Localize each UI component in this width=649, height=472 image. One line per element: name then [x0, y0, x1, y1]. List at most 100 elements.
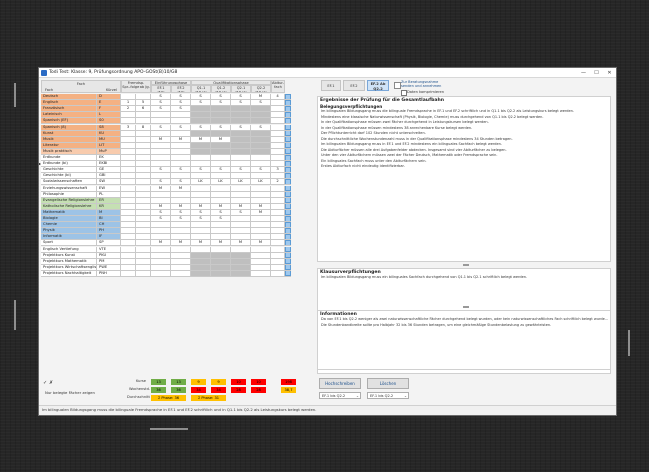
header-ab-jg: ab Jg.	[139, 85, 150, 89]
header-fach: Fach Fach Kürzel	[41, 80, 121, 93]
period-cell[interactable]	[171, 270, 191, 277]
edit-icon	[286, 100, 290, 105]
tab-active-label: EF.2 Ab Q2.2	[370, 82, 386, 91]
header-period-4: Q2.1 (E,N,LK)	[231, 85, 251, 93]
header-kuerzel: Kürzel	[105, 88, 117, 92]
edit-icon	[286, 149, 290, 154]
info-section: Informationen Da von EF.1 bis Q2.2 wenig…	[317, 310, 611, 370]
wochenstunden-count: 36	[151, 387, 166, 393]
edit-icon	[286, 204, 290, 209]
edit-icon	[286, 247, 290, 251]
edit-icon	[286, 131, 290, 136]
kurse-count: 9	[191, 379, 206, 385]
edit-icon	[286, 112, 290, 117]
header-sprachenfolge: Spr.-folge	[122, 85, 140, 89]
minimize-icon[interactable]: —	[577, 70, 590, 76]
edit-icon	[286, 234, 290, 239]
maximize-icon[interactable]: ☐	[590, 70, 603, 76]
kurse-count: 13	[151, 379, 166, 385]
fremdsprache-cell[interactable]	[121, 270, 136, 277]
header-abiturfach: Abitur-fach	[271, 80, 285, 93]
wochenstunden-count: 34	[191, 387, 206, 393]
durchschnitt-value: Σ Phase: 36	[151, 395, 186, 401]
header-period-5: Q2.2 (E,N,LK)	[251, 85, 271, 93]
edit-icon	[286, 118, 290, 123]
edit-icon	[286, 186, 290, 190]
kurse-count: 10	[231, 379, 246, 385]
wochenstunden-label: Wochenstd.	[129, 387, 150, 391]
edit-icon	[286, 192, 290, 197]
durchschnitt-label: Durchschnitt	[127, 395, 150, 399]
period-cell[interactable]	[191, 270, 211, 277]
edit-icon	[286, 259, 290, 264]
wochenstunden-count: 28	[251, 387, 266, 393]
info-line: Die Stundenbandbreite sollte pro Halbjah…	[321, 322, 552, 327]
header-period-2: Q1.1 (E,N,LK)	[191, 85, 211, 93]
edit-icon	[286, 106, 290, 111]
durchschnitt-value: Σ Phase: 31	[191, 395, 226, 401]
beratung-label[interactable]: Zur Beratungsnahme senden und annehmen	[401, 80, 441, 88]
header-period-sub: (E,N)	[157, 90, 165, 93]
header-period-sub: (E,N,LK)	[235, 90, 247, 93]
table-row[interactable]: Projektkurs Nachhaltigkeit PNH	[41, 270, 291, 277]
ergebnis-line: Im bilingualen Bildungsgang muss die bil…	[321, 109, 574, 113]
window-title: Todi Test: Klasse: 9, Prüfungsordnung AP…	[49, 70, 178, 75]
splitter-handle[interactable]	[463, 264, 469, 266]
window-controls: — ☐ ✕	[577, 70, 616, 76]
edit-icon	[286, 265, 290, 270]
daten-komprimieren-label[interactable]: Daten komprimieren	[407, 90, 444, 94]
edit-icon	[286, 222, 290, 227]
summary-right-value: 198	[281, 379, 296, 385]
app-icon	[41, 69, 47, 76]
edit-icon	[286, 143, 290, 148]
chevron-down-icon: ⌄	[403, 394, 407, 398]
tab-ef1[interactable]: EF.1	[321, 80, 341, 91]
kurse-count: 9	[211, 379, 226, 385]
edit-icon	[286, 125, 290, 129]
period-cell[interactable]	[211, 270, 231, 277]
range-select-2[interactable]: EF.1 bis Q2.2 ⌄	[367, 392, 409, 399]
period-cell[interactable]	[251, 270, 271, 277]
decorative-rule-left	[14, 83, 16, 107]
decorative-rule-right	[628, 330, 630, 356]
edit-icon	[286, 198, 290, 203]
row-selector-icon: ▸	[39, 161, 42, 167]
edit-icon	[286, 179, 290, 184]
hochschreiben-button[interactable]: Hochschreiben	[319, 378, 361, 389]
status-bar: Im bilingualen Bildungsgang muss die bil…	[39, 405, 616, 415]
edit-icon	[286, 167, 290, 172]
loeschen-button[interactable]: Löschen	[367, 378, 409, 389]
edit-icon	[286, 253, 290, 258]
decorative-rule-bottom	[150, 428, 188, 430]
edit-icon	[286, 240, 290, 245]
period-cell[interactable]	[231, 270, 251, 277]
ergebnis-line: Erstes Abiturfach nicht eindeutig identi…	[321, 164, 405, 168]
kurse-count: 13	[171, 379, 186, 385]
edit-icon	[286, 173, 290, 178]
header-fach-label: Fach	[76, 82, 86, 86]
beratung-toggle-icon[interactable]	[394, 82, 401, 89]
wochenstunden-count: 34	[211, 387, 226, 393]
wochenstunden-count: 28	[231, 387, 246, 393]
summary-panel: ✓ ✗ Nur belegte Fächer zeigen Kurse Woch…	[41, 378, 313, 405]
splitter-handle-2[interactable]	[463, 306, 469, 308]
cross-icon[interactable]: ✗	[49, 380, 53, 386]
tab-ef2[interactable]: EF.2	[343, 80, 365, 91]
close-icon[interactable]: ✕	[603, 70, 616, 76]
subject-grid: Fach Fach Kürzel Fremdsp. Spr.-folge ab …	[39, 80, 311, 375]
row-edit-button[interactable]	[285, 270, 291, 277]
header-fach-name: Fach	[45, 88, 54, 92]
tab-ef2-ab-q22[interactable]: EF.2 Ab Q2.2	[367, 80, 389, 91]
abiturfach-cell[interactable]	[271, 270, 285, 277]
application-window: Todi Test: Klasse: 9, Prüfungsordnung AP…	[38, 67, 617, 416]
check-icon[interactable]: ✓	[43, 380, 47, 386]
info-line: Da von EF.1 bis Q2.2 weniger als zwei na…	[321, 317, 609, 321]
right-panel: EF.1 EF.2 EF.2 Ab Q2.2 Zur Beratungsnahm…	[315, 80, 614, 404]
show-only-selected-toggle[interactable]: Nur belegte Fächer zeigen	[45, 390, 95, 395]
klausur-line: Im bilingualen Bildungsgang muss ein bil…	[321, 275, 528, 279]
period-cell[interactable]	[151, 270, 171, 277]
range-select-1[interactable]: EF.1 bis Q2.2 ⌄	[319, 392, 361, 399]
title-bar: Todi Test: Klasse: 9, Prüfungsordnung AP…	[39, 68, 616, 78]
fremdsprache-cell[interactable]	[136, 270, 151, 277]
header-fremdsprache: Fremdsp. Spr.-folge ab Jg.	[121, 80, 151, 93]
